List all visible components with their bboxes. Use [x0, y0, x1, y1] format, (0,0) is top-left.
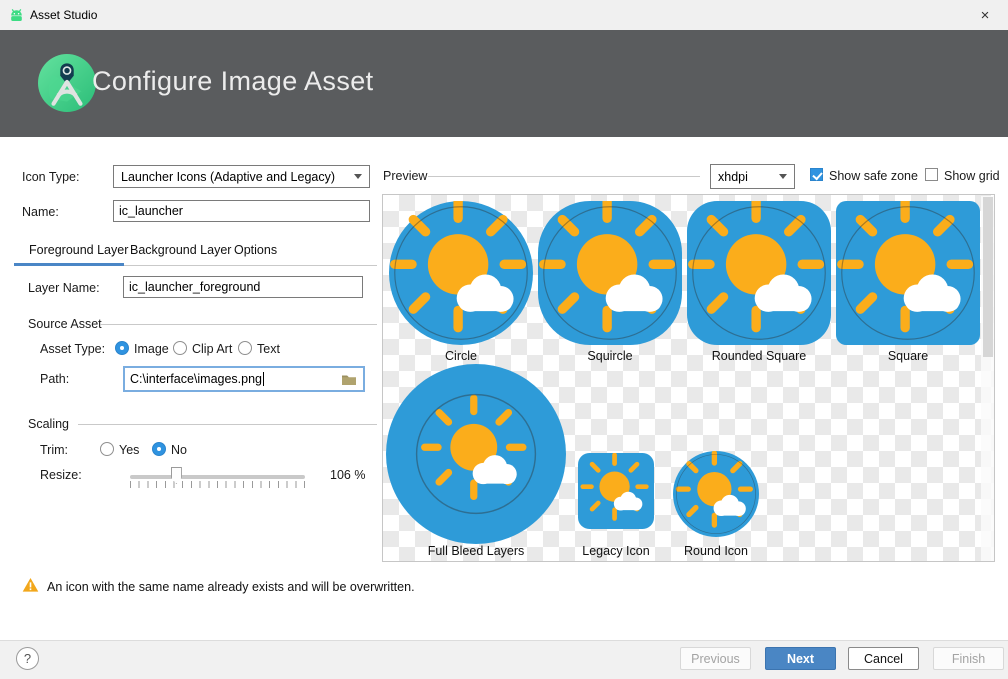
close-button[interactable]: × — [962, 0, 1008, 30]
asset-type-radio-image[interactable] — [115, 341, 129, 355]
resize-value: 106 % — [330, 468, 365, 482]
trim-radio-no[interactable] — [152, 442, 166, 456]
asset-type-radio-clipart[interactable] — [173, 341, 187, 355]
resize-slider-track[interactable] — [130, 475, 305, 479]
asset-type-radio-text[interactable] — [238, 341, 252, 355]
preview-icon-label: Round Icon — [631, 544, 801, 558]
trim-no-label[interactable]: No — [171, 443, 187, 457]
chevron-down-icon — [354, 174, 362, 179]
preview-tile-legacy-icon — [578, 453, 654, 534]
trim-yes-label[interactable]: Yes — [119, 443, 139, 457]
preview-title: Preview — [383, 169, 427, 183]
active-tab-underline — [14, 263, 124, 266]
resize-slider-ticks — [130, 481, 306, 488]
resize-label: Resize: — [40, 468, 82, 482]
finish-button[interactable]: Finish — [933, 647, 1004, 670]
source-asset-title: Source Asset — [28, 317, 102, 331]
preview-tile-circle — [389, 201, 533, 350]
path-input[interactable]: C:\interface\images.png — [123, 366, 365, 392]
android-studio-logo-icon — [38, 54, 96, 112]
warning-text: An icon with the same name already exist… — [47, 580, 415, 594]
title-bar: Asset Studio × — [0, 0, 1008, 30]
path-label: Path: — [40, 372, 69, 386]
icon-type-select[interactable]: Launcher Icons (Adaptive and Legacy) — [113, 165, 370, 188]
page-title: Configure Image Asset — [92, 66, 374, 97]
wizard-header: Configure Image Asset — [0, 30, 1008, 137]
preview-tile-square — [836, 201, 980, 350]
asset-type-image-label[interactable]: Image — [134, 342, 169, 356]
scaling-title: Scaling — [28, 417, 69, 431]
preview-scrollbar-thumb[interactable] — [983, 197, 993, 357]
next-button[interactable]: Next — [765, 647, 836, 670]
show-safe-zone-checkbox[interactable] — [810, 168, 823, 181]
preview-icon-label: Rounded Square — [674, 349, 844, 363]
android-robot-icon — [8, 7, 25, 24]
previous-button[interactable]: Previous — [680, 647, 751, 670]
show-safe-zone-label[interactable]: Show safe zone — [829, 169, 918, 183]
window-title: Asset Studio — [30, 8, 97, 22]
name-label: Name: — [22, 205, 59, 219]
name-value: ic_launcher — [119, 204, 183, 218]
preview-panel: CircleSquircleRounded SquareSquareFull B… — [382, 194, 995, 562]
layer-name-input[interactable]: ic_launcher_foreground — [123, 276, 363, 298]
preview-tile-squircle — [538, 201, 682, 350]
scaling-divider — [78, 424, 377, 425]
cancel-button[interactable]: Cancel — [848, 647, 919, 670]
preview-tile-round-icon — [673, 451, 759, 542]
help-button[interactable]: ? — [16, 647, 39, 670]
tab-divider — [124, 265, 377, 266]
text-caret — [263, 372, 264, 386]
tab-options[interactable]: Options — [234, 243, 277, 257]
source-asset-divider — [100, 324, 377, 325]
tab-foreground-layer[interactable]: Foreground Layer — [29, 243, 128, 257]
name-input[interactable]: ic_launcher — [113, 200, 370, 222]
layer-name-label: Layer Name: — [28, 281, 100, 295]
trim-label: Trim: — [40, 443, 68, 457]
icon-type-value: Launcher Icons (Adaptive and Legacy) — [121, 170, 335, 184]
asset-type-text-label[interactable]: Text — [257, 342, 280, 356]
browse-folder-icon[interactable] — [341, 373, 357, 389]
preview-icon-label: Circle — [382, 349, 546, 363]
path-value: C:\interface\images.png — [130, 372, 262, 386]
preview-tile-rounded-square — [687, 201, 831, 350]
preview-tile-full-bleed-layers — [386, 364, 566, 549]
layer-name-value: ic_launcher_foreground — [129, 280, 260, 294]
trim-radio-yes[interactable] — [100, 442, 114, 456]
density-select[interactable]: xhdpi — [710, 164, 795, 189]
density-value: xhdpi — [718, 170, 748, 184]
options-panel: Icon Type: Launcher Icons (Adaptive and … — [0, 137, 382, 640]
icon-type-label: Icon Type: — [22, 170, 79, 184]
preview-divider — [428, 176, 700, 177]
tab-background-layer[interactable]: Background Layer — [130, 243, 231, 257]
preview-icon-label: Square — [823, 349, 993, 363]
preview-icon-label: Squircle — [525, 349, 695, 363]
show-grid-label[interactable]: Show grid — [944, 169, 1000, 183]
chevron-down-icon — [779, 174, 787, 179]
warning-icon — [22, 577, 39, 598]
asset-type-clipart-label[interactable]: Clip Art — [192, 342, 232, 356]
asset-type-label: Asset Type: — [40, 342, 105, 356]
show-grid-checkbox[interactable] — [925, 168, 938, 181]
